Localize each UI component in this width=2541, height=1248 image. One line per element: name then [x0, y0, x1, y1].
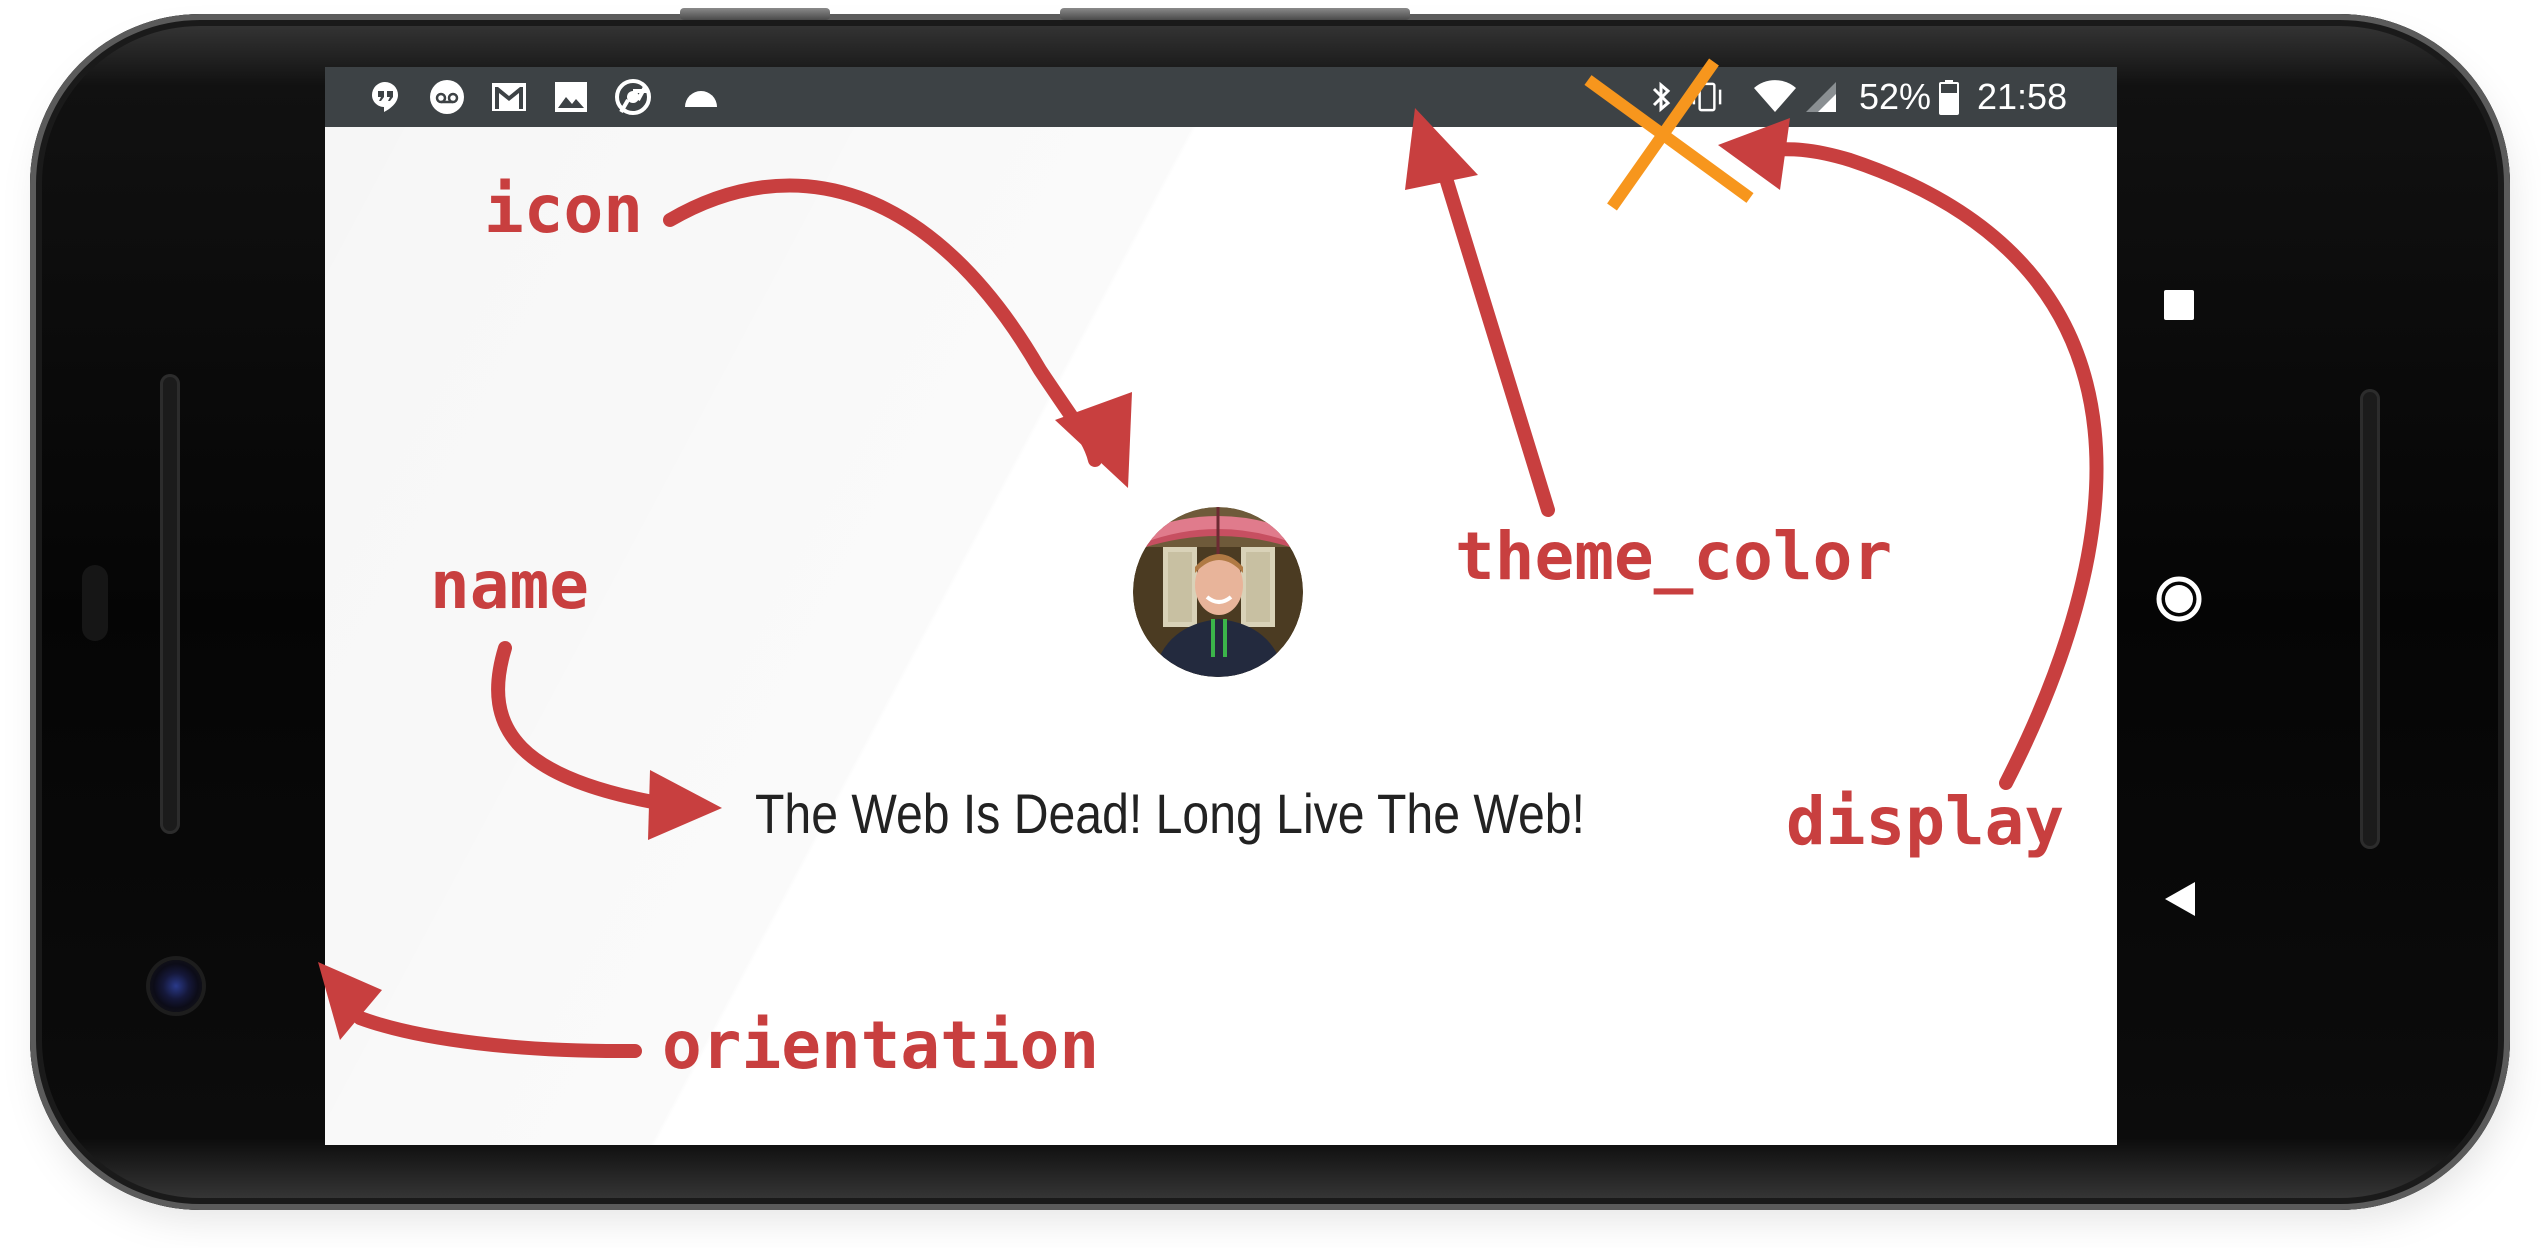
annotation-overlay — [318, 58, 2104, 1059]
label-name: name — [430, 547, 589, 624]
label-theme-color: theme_color — [1455, 518, 1893, 595]
name-arrow — [491, 641, 677, 812]
cross-line-1 — [1584, 75, 1754, 203]
cross-line-2 — [1607, 58, 1719, 211]
orientation-arrow — [353, 1011, 642, 1059]
label-display: display — [1786, 783, 2065, 860]
icon-arrow — [663, 178, 1102, 467]
label-orientation: orientation — [662, 1007, 1100, 1084]
label-icon: icon — [484, 171, 643, 248]
display-arrow — [1753, 142, 2104, 790]
theme-color-arrowhead — [1405, 108, 1478, 190]
theme-color-arrow — [1438, 168, 1555, 517]
name-arrowhead — [648, 770, 722, 840]
stage: 52% 21:58 The Web Is Dead! Long Live The… — [0, 0, 2541, 1248]
